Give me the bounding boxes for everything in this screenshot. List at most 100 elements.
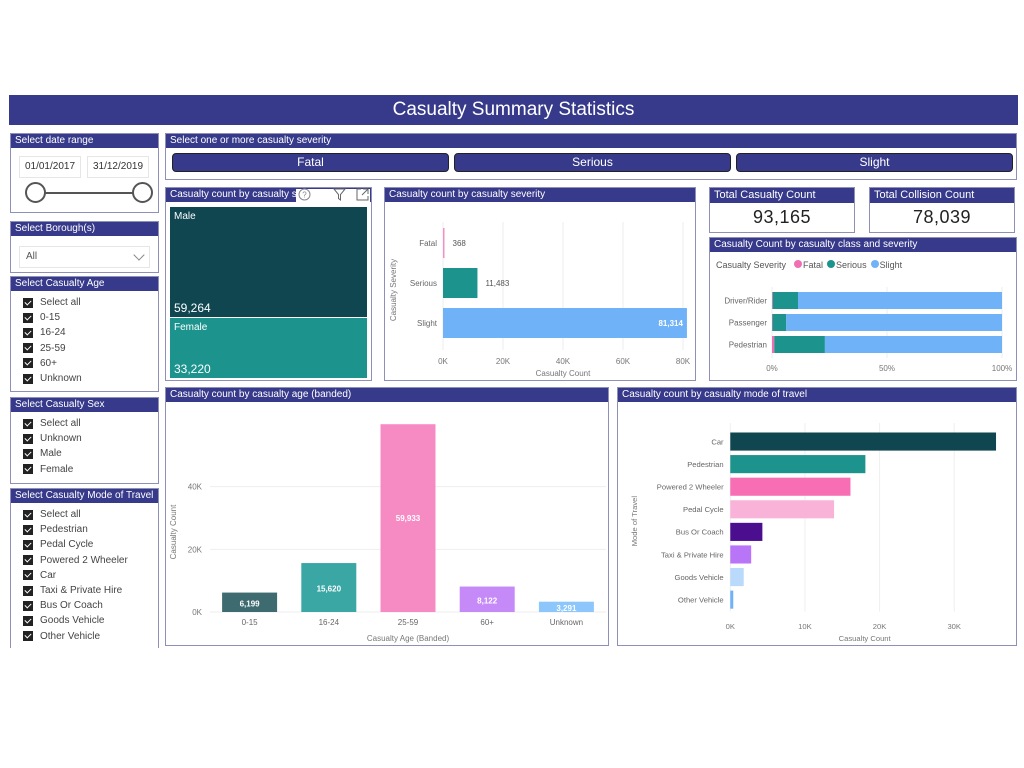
age-checklist: Select all 0-15 16-24 25-59 60+ Unknown (11, 291, 158, 386)
checkbox-checked-icon[interactable] (23, 312, 33, 323)
mode-checklist: Select all Pedestrian Pedal Cycle Powered 2… (11, 503, 158, 644)
bar-bus-or-coach[interactable] (730, 522, 763, 541)
bar-pedal-cycle[interactable] (730, 500, 835, 519)
segment-serious[interactable] (774, 336, 825, 353)
age-option[interactable]: 16-24 (23, 325, 158, 340)
data-label: 11,483 (485, 279, 509, 288)
treemap-value: 59,264 (174, 301, 211, 315)
segment-slight[interactable] (824, 336, 1002, 353)
y-category-label: Taxi & Private Hire (661, 550, 724, 559)
severity-chart-visual: Casualty count by casualty severity 0K 20… (384, 187, 696, 381)
bar-powered-2-wheeler[interactable] (730, 477, 851, 496)
borough-selected-value: All (26, 251, 38, 262)
checkbox-checked-icon[interactable] (23, 358, 33, 369)
checkbox-checked-icon[interactable] (23, 539, 33, 550)
age-option[interactable]: Select all (23, 295, 158, 310)
visual-header-toolbar: ? (296, 188, 370, 206)
age-option[interactable]: 25-59 (23, 341, 158, 356)
y-category-label: Car (711, 437, 724, 446)
checkbox-checked-icon[interactable] (23, 600, 33, 611)
sex-option[interactable]: Male (23, 446, 158, 461)
focus-mode-icon[interactable] (356, 188, 369, 206)
mode-option[interactable]: Pedal Cycle (23, 537, 158, 552)
borough-dropdown[interactable]: All (19, 246, 150, 268)
bar-car[interactable] (730, 432, 997, 451)
bar-serious[interactable] (443, 268, 478, 298)
bar-fatal[interactable] (443, 228, 445, 258)
mode-option[interactable]: Goods Vehicle (23, 613, 158, 628)
mode-option[interactable]: Other Vehicle (23, 629, 158, 644)
data-label: 81,314 (658, 319, 683, 328)
y-axis-title: Casualty Severity (389, 259, 398, 321)
filter-icon[interactable] (332, 188, 347, 206)
total-casualty-value: 93,165 (752, 207, 812, 227)
checkbox-checked-icon[interactable] (23, 555, 33, 566)
checkbox-checked-icon[interactable] (23, 297, 33, 308)
y-tick-label: 0K (192, 608, 202, 617)
mode-option[interactable]: Bus Or Coach (23, 598, 158, 613)
slight-button[interactable]: Slight (736, 153, 1013, 172)
checkbox-checked-icon[interactable] (23, 418, 33, 429)
segment-slight[interactable] (797, 292, 1002, 309)
serious-button[interactable]: Serious (454, 153, 731, 172)
checkbox-checked-icon[interactable] (23, 464, 33, 475)
bar-slight[interactable] (443, 308, 687, 338)
mode-option[interactable]: Pedestrian (23, 522, 158, 537)
treemap-cell-male[interactable]: Male 59,264 (170, 207, 367, 317)
sex-option-label: Unknown (40, 433, 82, 445)
checkbox-checked-icon[interactable] (23, 615, 33, 626)
mode-option[interactable]: Powered 2 Wheeler (23, 553, 158, 568)
age-option[interactable]: 60+ (23, 356, 158, 371)
checkbox-checked-icon[interactable] (23, 343, 33, 354)
checkbox-checked-icon[interactable] (23, 524, 33, 535)
x-tick-label: 20K (496, 357, 511, 366)
start-date-input[interactable]: 01/01/2017 (19, 156, 81, 178)
checkbox-checked-icon[interactable] (23, 433, 33, 444)
x-tick-label: 0% (766, 364, 778, 373)
data-label: 368 (453, 239, 467, 248)
sex-option[interactable]: Female (23, 462, 158, 477)
segment-fatal[interactable] (772, 336, 775, 353)
bar-other-vehicle[interactable] (730, 590, 734, 609)
y-tick-label: 40K (188, 483, 203, 492)
checkbox-checked-icon[interactable] (23, 448, 33, 459)
mode-option-label: Bus Or Coach (40, 600, 103, 612)
checkbox-checked-icon[interactable] (23, 585, 33, 596)
fatal-button[interactable]: Fatal (172, 153, 449, 172)
age-column-chart: 0K 20K 40K 6,199 0-15 15,620 16-24 59,933 25-59 8… (169, 424, 606, 643)
age-option[interactable]: Unknown (23, 371, 158, 386)
date-slider-end-handle[interactable] (132, 182, 153, 203)
y-axis-title: Mode of Travel (630, 496, 639, 547)
date-slider-start-handle[interactable] (25, 182, 46, 203)
mode-option[interactable]: Taxi & Private Hire (23, 583, 158, 598)
checkbox-checked-icon[interactable] (23, 373, 33, 384)
treemap-value: 33,220 (174, 362, 211, 376)
segment-fatal[interactable] (772, 292, 773, 309)
checkbox-checked-icon[interactable] (23, 570, 33, 581)
y-tick-label: 20K (188, 545, 203, 554)
end-date-input[interactable]: 31/12/2019 (87, 156, 149, 178)
x-category-label: 60+ (480, 618, 494, 627)
treemap-cell-female[interactable]: Female 33,220 (170, 318, 367, 378)
segment-slight[interactable] (786, 314, 1002, 331)
mode-option[interactable]: Select all (23, 507, 158, 522)
sex-option[interactable]: Select all (23, 416, 158, 431)
age-slicer-label: Select Casualty Age (11, 277, 158, 291)
help-icon[interactable]: ? (298, 188, 311, 206)
segment-serious[interactable] (772, 292, 798, 309)
mode-chart-visual: Casualty count by casualty mode of trave… (617, 387, 1017, 646)
segment-serious[interactable] (772, 314, 787, 331)
treemap-label: Male (174, 211, 196, 222)
checkbox-checked-icon[interactable] (23, 631, 33, 642)
bar-goods-vehicle[interactable] (730, 568, 744, 587)
checkbox-checked-icon[interactable] (23, 327, 33, 338)
checkbox-checked-icon[interactable] (23, 509, 33, 520)
age-option[interactable]: 0-15 (23, 310, 158, 325)
mode-option[interactable]: Car (23, 568, 158, 583)
treemap-label: Female (174, 322, 208, 333)
severity-slicer-label: Select one or more casualty severity (166, 134, 1016, 148)
sex-option[interactable]: Unknown (23, 431, 158, 446)
date-range-slicer: Select date range 01/01/2017 31/12/2019 (10, 133, 159, 213)
bar-taxi-private-hire[interactable] (730, 545, 752, 564)
bar-pedestrian[interactable] (730, 455, 866, 474)
